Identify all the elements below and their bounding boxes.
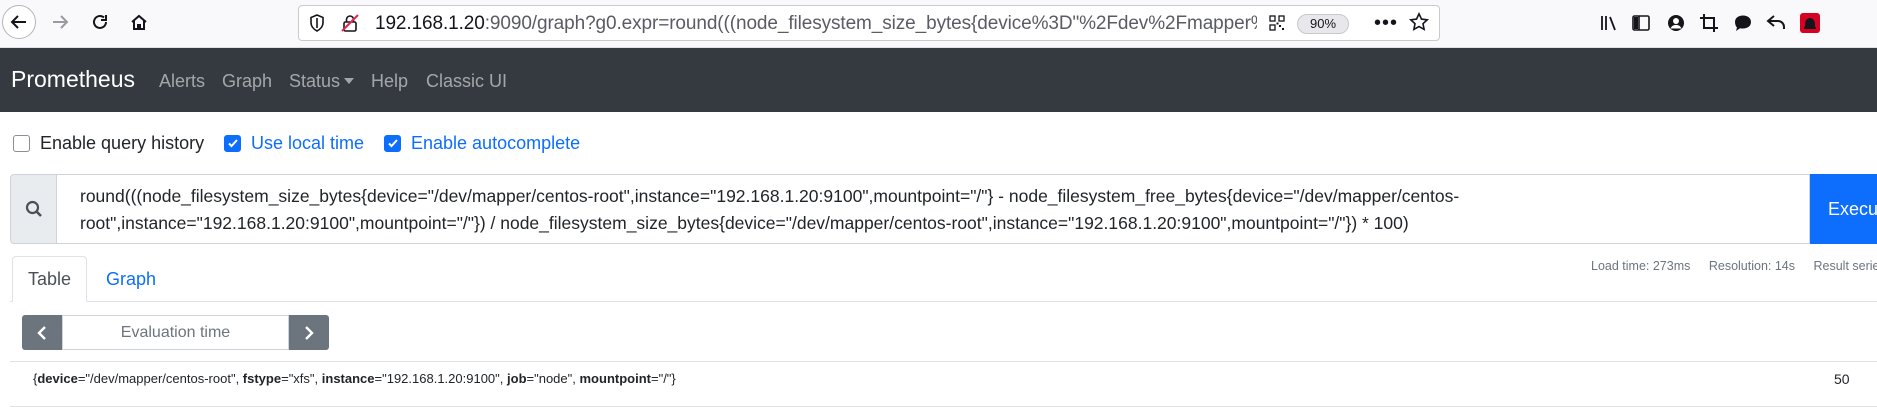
query-history-label[interactable]: Enable query history [40, 133, 204, 154]
autocomplete-checkbox[interactable] [384, 134, 401, 152]
autocomplete-option[interactable]: Enable autocomplete [384, 132, 580, 154]
label-key: instance [321, 371, 375, 386]
nav-classic-ui[interactable]: Classic UI [426, 71, 507, 92]
label-key: fstype [242, 371, 282, 386]
expression-line-1: round(((node_filesystem_size_bytes{devic… [80, 186, 1460, 206]
url-bar[interactable]: 192.168.1.20:9090/graph?g0.expr=round(((… [298, 5, 1440, 41]
eval-time-back-button[interactable] [22, 315, 62, 350]
tab-graph[interactable]: Graph [92, 256, 170, 302]
results-bottom-border [10, 406, 1877, 407]
shield-icon[interactable] [309, 14, 325, 37]
nav-graph[interactable]: Graph [222, 71, 272, 92]
query-stats: Load time: 273ms Resolution: 14s Result … [1591, 259, 1877, 273]
crop-screenshot-icon[interactable] [1698, 12, 1720, 34]
extension-icon[interactable] [1799, 12, 1821, 34]
label-value: "/dev/mapper/centos-root" [85, 371, 236, 386]
query-history-checkbox[interactable] [13, 134, 30, 152]
expression-line-2: root",instance="192.168.1.20:9100",mount… [80, 213, 1409, 233]
label-value: "node" [534, 371, 573, 386]
expression-input[interactable]: round(((node_filesystem_size_bytes{devic… [57, 174, 1810, 244]
url-text[interactable]: 192.168.1.20:9090/graph?g0.expr=round(((… [375, 13, 1257, 35]
label-value: "xfs" [288, 371, 315, 386]
nav-help[interactable]: Help [371, 71, 408, 92]
qr-code-icon[interactable] [1269, 15, 1285, 36]
prometheus-navbar: Prometheus Alerts Graph Status Help Clas… [0, 48, 1877, 112]
nav-alerts[interactable]: Alerts [159, 71, 205, 92]
label-value: "192.168.1.20:9100" [382, 371, 500, 386]
query-history-option[interactable]: Enable query history [13, 132, 204, 154]
undo-arrow-icon[interactable] [1765, 12, 1787, 34]
tab-table[interactable]: Table [12, 256, 87, 302]
local-time-label[interactable]: Use local time [251, 133, 364, 154]
load-time: Load time: 273ms [1591, 259, 1691, 273]
expression-input-group: round(((node_filesystem_size_bytes{devic… [10, 174, 1877, 244]
local-time-option[interactable]: Use local time [224, 132, 364, 154]
evaluation-time-group: Evaluation time [22, 315, 329, 350]
label-key: mountpoint [579, 371, 651, 386]
browser-toolbar: 192.168.1.20:9090/graph?g0.expr=round(((… [0, 0, 1877, 48]
library-icon[interactable] [1598, 12, 1620, 34]
label-key: job [507, 371, 527, 386]
bookmark-star-icon[interactable] [1408, 11, 1430, 37]
execute-button[interactable]: Execute [1810, 174, 1877, 244]
arrow-left-icon [10, 15, 26, 29]
zoom-level-badge[interactable]: 90% [1297, 14, 1349, 34]
nav-status-label: Status [289, 71, 341, 91]
page-actions-more-icon[interactable]: ••• [1374, 12, 1398, 35]
home-icon [131, 14, 147, 30]
forward-button[interactable] [42, 4, 78, 40]
home-button[interactable] [121, 4, 157, 40]
local-time-checkbox[interactable] [224, 134, 241, 152]
account-icon[interactable] [1665, 12, 1687, 34]
arrow-right-icon [53, 15, 69, 29]
reload-icon [93, 14, 107, 29]
results-top-border [10, 361, 1877, 362]
checkmark-icon [387, 139, 398, 148]
eval-time-forward-button[interactable] [289, 315, 329, 350]
nav-status-dropdown[interactable]: Status [289, 71, 355, 92]
result-series: Result series [1813, 259, 1877, 273]
chevron-right-icon [305, 325, 314, 340]
chevron-left-icon [37, 325, 46, 340]
brand-link[interactable]: Prometheus [11, 66, 135, 93]
sidebar-icon[interactable] [1630, 12, 1652, 34]
search-icon-box [10, 174, 57, 244]
series-value: 50 [1834, 371, 1850, 387]
chat-bubble-icon[interactable] [1732, 12, 1754, 34]
evaluation-time-input[interactable]: Evaluation time [62, 315, 289, 350]
insecure-lock-icon[interactable] [341, 14, 359, 37]
checkmark-icon [227, 139, 238, 148]
back-button[interactable] [2, 5, 36, 39]
label-value: "/" [658, 371, 672, 386]
search-icon [25, 200, 42, 217]
series-labels: {device="/dev/mapper/centos-root", fstyp… [33, 371, 676, 386]
label-key: device [37, 371, 78, 386]
resolution: Resolution: 14s [1708, 259, 1796, 273]
reload-button[interactable] [82, 4, 118, 40]
caret-down-icon [344, 78, 355, 84]
autocomplete-label[interactable]: Enable autocomplete [411, 133, 580, 154]
tabs-divider [10, 301, 1877, 302]
